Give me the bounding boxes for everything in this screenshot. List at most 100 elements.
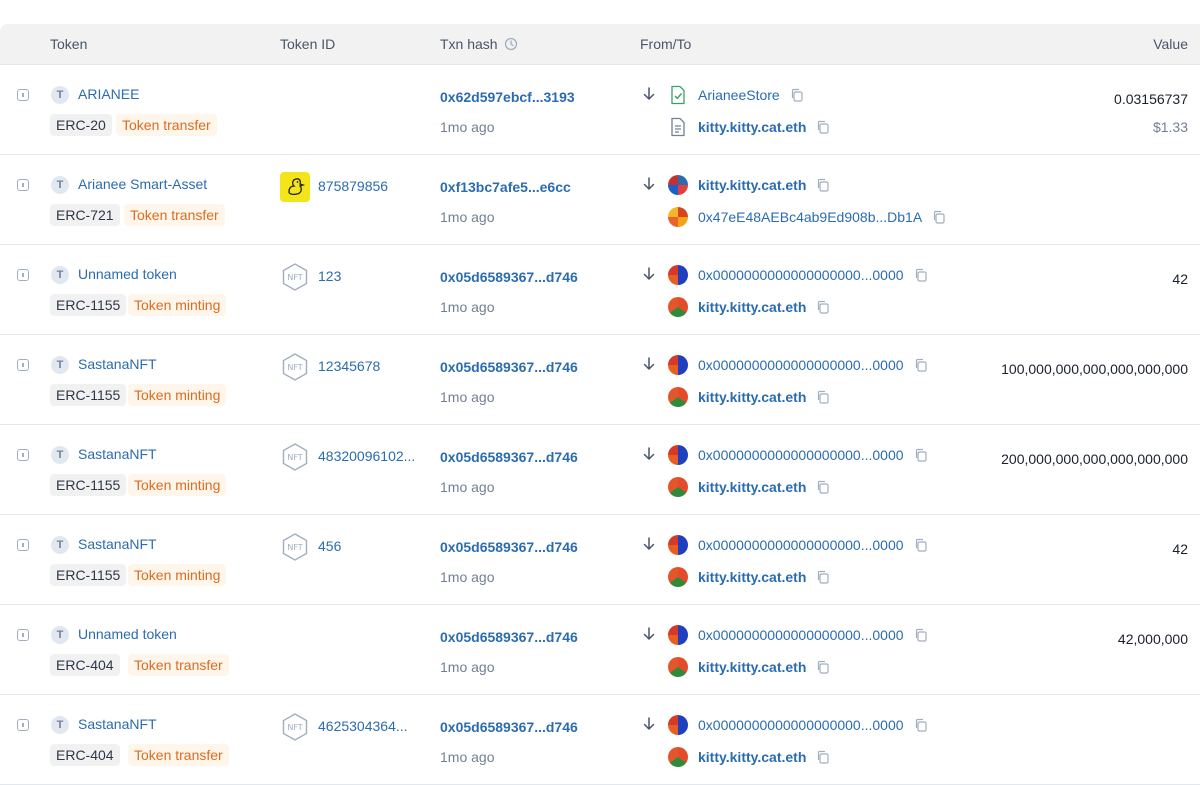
address-avatar-icon <box>668 175 688 195</box>
from-address-link[interactable]: 0x0000000000000000000...0000 <box>698 447 904 463</box>
txn-age: 1mo ago <box>440 479 495 495</box>
token-avatar-icon: T <box>51 86 69 104</box>
token-id-link[interactable]: 456 <box>318 538 341 554</box>
copy-icon[interactable] <box>914 628 928 642</box>
txn-hash-link[interactable]: 0x05d6589367...d746 <box>440 539 578 555</box>
copy-icon[interactable] <box>816 178 830 192</box>
copy-icon[interactable] <box>914 268 928 282</box>
copy-icon[interactable] <box>816 390 830 404</box>
to-address-link[interactable]: kitty.kitty.cat.eth <box>698 569 806 585</box>
token-name-link[interactable]: SastanaNFT <box>78 356 157 372</box>
copy-icon[interactable] <box>816 480 830 494</box>
token-standard-badge: ERC-404 <box>50 654 120 676</box>
token-standard-badge: ERC-1155 <box>50 294 127 316</box>
table-row: T Unnamed token ERC-404 Token transfer 0x05d… <box>0 605 1200 695</box>
copy-icon[interactable] <box>914 538 928 552</box>
to-address-link[interactable]: kitty.kitty.cat.eth <box>698 299 806 315</box>
info-icon[interactable] <box>17 719 29 731</box>
arrow-down-icon <box>641 86 657 102</box>
arrow-down-icon <box>641 266 657 282</box>
to-address: kitty.kitty.cat.eth <box>668 477 830 497</box>
copy-icon[interactable] <box>914 358 928 372</box>
from-address-link[interactable]: 0x0000000000000000000...0000 <box>698 537 904 553</box>
to-address-link[interactable]: kitty.kitty.cat.eth <box>698 389 806 405</box>
token-name-link[interactable]: ARIANEE <box>78 86 139 102</box>
to-address-link[interactable]: kitty.kitty.cat.eth <box>698 119 806 135</box>
from-address: kitty.kitty.cat.eth <box>668 175 830 195</box>
txn-age: 1mo ago <box>440 569 495 585</box>
token-id-link[interactable]: 4625304364... <box>318 718 408 734</box>
table-row: T Unnamed token ERC-1155 Token minting NFT 12… <box>0 245 1200 335</box>
to-address-link[interactable]: 0x47eE48AEBc4ab9Ed908b...Db1A <box>698 209 922 225</box>
address-avatar-icon <box>668 477 688 497</box>
txn-hash-link[interactable]: 0x05d6589367...d746 <box>440 449 578 465</box>
copy-icon[interactable] <box>932 210 946 224</box>
info-icon[interactable] <box>17 449 29 461</box>
copy-icon[interactable] <box>816 570 830 584</box>
txn-hash-link[interactable]: 0x62d597ebcf...3193 <box>440 89 575 105</box>
from-address: 0x0000000000000000000...0000 <box>668 715 928 735</box>
info-icon[interactable] <box>17 629 29 641</box>
table-row: T SastanaNFT ERC-1155 Token minting NFT 48320… <box>0 425 1200 515</box>
nft-icon: NFT <box>280 262 310 292</box>
txn-hash-link[interactable]: 0x05d6589367...d746 <box>440 629 578 645</box>
from-address-link[interactable]: 0x0000000000000000000...0000 <box>698 627 904 643</box>
clock-icon[interactable] <box>504 37 518 51</box>
address-avatar-icon <box>668 207 688 227</box>
nft-icon: NFT <box>280 532 310 562</box>
info-icon[interactable] <box>17 89 29 101</box>
txn-hash-link[interactable]: 0xf13bc7afe5...e6cc <box>440 179 571 195</box>
from-address-link[interactable]: ArianeeStore <box>698 87 780 103</box>
token-id-link[interactable]: 123 <box>318 268 341 284</box>
token-name-link[interactable]: Unnamed token <box>78 626 177 642</box>
to-address-link[interactable]: kitty.kitty.cat.eth <box>698 479 806 495</box>
copy-icon[interactable] <box>790 88 804 102</box>
address-avatar-icon <box>668 567 688 587</box>
copy-icon[interactable] <box>816 120 830 134</box>
to-address-link[interactable]: kitty.kitty.cat.eth <box>698 659 806 675</box>
info-icon[interactable] <box>17 539 29 551</box>
to-address-link[interactable]: kitty.kitty.cat.eth <box>698 749 806 765</box>
value-amount: 42 <box>1172 271 1188 287</box>
svg-text:NFT: NFT <box>287 453 302 462</box>
contract-verified-icon <box>668 85 688 105</box>
token-name-link[interactable]: SastanaNFT <box>78 536 157 552</box>
transfer-type-badge: Token transfer <box>128 654 229 676</box>
copy-icon[interactable] <box>914 718 928 732</box>
txn-hash-link[interactable]: 0x05d6589367...d746 <box>440 359 578 375</box>
token-name-link[interactable]: Arianee Smart-Asset <box>78 176 207 192</box>
from-address-link[interactable]: 0x0000000000000000000...0000 <box>698 267 904 283</box>
from-address: 0x0000000000000000000...0000 <box>668 445 928 465</box>
info-icon[interactable] <box>17 359 29 371</box>
token-name-link[interactable]: SastanaNFT <box>78 446 157 462</box>
from-address: 0x0000000000000000000...0000 <box>668 265 928 285</box>
to-address: 0x47eE48AEBc4ab9Ed908b...Db1A <box>668 207 946 227</box>
arrow-down-icon <box>641 446 657 462</box>
to-address: kitty.kitty.cat.eth <box>668 387 830 407</box>
token-transfers-table: Token Token ID Txn hash From/To Value TA… <box>0 0 1200 785</box>
txn-hash-link[interactable]: 0x05d6589367...d746 <box>440 719 578 735</box>
header-value: Value <box>1153 36 1188 52</box>
copy-icon[interactable] <box>914 448 928 462</box>
address-avatar-icon <box>668 625 688 645</box>
value-amount: 42 <box>1172 541 1188 557</box>
from-address: 0x0000000000000000000...0000 <box>668 355 928 375</box>
copy-icon[interactable] <box>816 300 830 314</box>
token-id-link[interactable]: 48320096102... <box>318 448 415 464</box>
info-icon[interactable] <box>17 269 29 281</box>
token-standard-badge: ERC-404 <box>50 744 120 766</box>
copy-icon[interactable] <box>816 660 830 674</box>
from-address: 0x0000000000000000000...0000 <box>668 625 928 645</box>
from-address-link[interactable]: kitty.kitty.cat.eth <box>698 177 806 193</box>
value-amount: 200,000,000,000,000,000,000 <box>1001 451 1188 467</box>
token-id-link[interactable]: 12345678 <box>318 358 380 374</box>
info-icon[interactable] <box>17 179 29 191</box>
table-row: T SastanaNFT ERC-404 Token transfer NFT 46253… <box>0 695 1200 785</box>
from-address-link[interactable]: 0x0000000000000000000...0000 <box>698 357 904 373</box>
copy-icon[interactable] <box>816 750 830 764</box>
token-id-link[interactable]: 875879856 <box>318 178 388 194</box>
token-name-link[interactable]: SastanaNFT <box>78 716 157 732</box>
from-address-link[interactable]: 0x0000000000000000000...0000 <box>698 717 904 733</box>
txn-hash-link[interactable]: 0x05d6589367...d746 <box>440 269 578 285</box>
token-name-link[interactable]: Unnamed token <box>78 266 177 282</box>
